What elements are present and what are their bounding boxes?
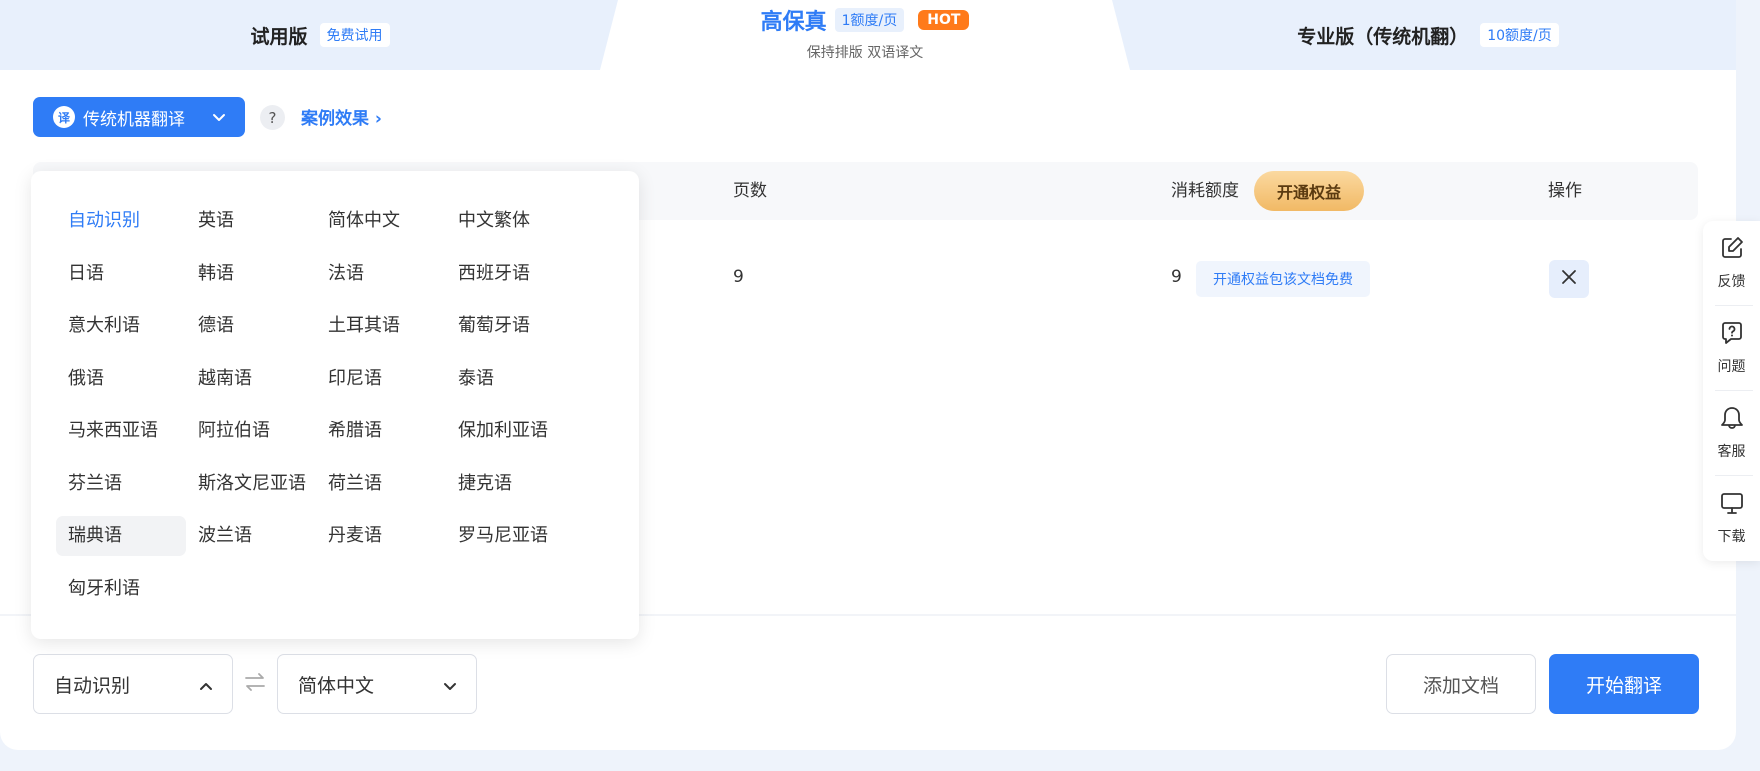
language-option[interactable]: 西班牙语 [446, 254, 576, 294]
tab-pro-title: 专业版（传统机翻） [1297, 25, 1469, 48]
sidebar-feedback-label: 反馈 [1717, 274, 1746, 290]
language-option[interactable]: 荷兰语 [316, 464, 446, 504]
language-option[interactable]: 捷克语 [446, 464, 576, 504]
language-option[interactable]: 韩语 [186, 254, 316, 294]
tab-pro[interactable]: 专业版（传统机翻） 10额度/页 [1120, 0, 1736, 70]
hot-badge: HOT [918, 10, 969, 30]
chevron-down-icon [211, 109, 227, 129]
remove-file-button[interactable] [1549, 260, 1589, 298]
free-note-badge[interactable]: 开通权益包该文档免费 [1196, 261, 1370, 297]
tab-trial-title: 试用版 [250, 25, 308, 48]
header-quota: 消耗额度 [1171, 181, 1239, 201]
tab-high-fidelity-subtitle: 保持排版 双语译文 [806, 45, 924, 61]
question-icon [1719, 320, 1745, 350]
language-option[interactable]: 保加利亚语 [446, 411, 576, 451]
language-option[interactable]: 意大利语 [56, 306, 186, 346]
language-option[interactable]: 希腊语 [316, 411, 446, 451]
header-actions: 操作 [1548, 181, 1582, 201]
language-option[interactable]: 阿拉伯语 [186, 411, 316, 451]
sidebar-download-label: 下载 [1717, 529, 1746, 545]
help-icon[interactable]: ? [260, 105, 285, 130]
language-option[interactable]: 芬兰语 [56, 464, 186, 504]
floating-sidebar: 反馈 问题 客服 下载 [1703, 221, 1760, 561]
language-option[interactable]: 自动识别 [56, 201, 186, 241]
language-option[interactable]: 葡萄牙语 [446, 306, 576, 346]
language-option[interactable]: 土耳其语 [316, 306, 446, 346]
sidebar-customer-service-label: 客服 [1717, 444, 1746, 460]
add-document-button[interactable]: 添加文档 [1386, 654, 1536, 714]
language-option[interactable]: 中文繁体 [446, 201, 576, 241]
source-language-select[interactable]: 自动识别 [33, 654, 233, 714]
tab-high-fidelity-title: 高保真 [760, 10, 827, 35]
swap-languages-icon[interactable] [243, 670, 267, 698]
tab-high-fidelity-quota: 1额度/页 [835, 8, 905, 32]
sidebar-question-label: 问题 [1717, 359, 1746, 375]
sidebar-customer-service[interactable]: 客服 [1703, 391, 1760, 475]
target-language-value: 简体中文 [298, 674, 375, 697]
tab-pro-badge: 10额度/页 [1480, 23, 1559, 47]
sidebar-question[interactable]: 问题 [1703, 306, 1760, 390]
language-option[interactable]: 日语 [56, 254, 186, 294]
language-option[interactable]: 马来西亚语 [56, 411, 186, 451]
language-option[interactable]: 法语 [316, 254, 446, 294]
chevron-up-icon [198, 677, 214, 699]
language-option[interactable]: 罗马尼亚语 [446, 516, 576, 556]
main-card: 试用版 免费试用 高保真 1额度/页 HOT 保持排版 双语译文 专业版（传统机… [0, 0, 1736, 750]
language-option[interactable]: 英语 [186, 201, 316, 241]
version-tab-bar: 试用版 免费试用 高保真 1额度/页 HOT 保持排版 双语译文 专业版（传统机… [0, 0, 1736, 70]
language-option[interactable]: 波兰语 [186, 516, 316, 556]
target-language-select[interactable]: 简体中文 [277, 654, 477, 714]
edit-icon [1719, 235, 1745, 265]
start-translate-button[interactable]: 开始翻译 [1549, 654, 1699, 714]
translation-mode-label: 传统机器翻译 [83, 109, 185, 130]
sidebar-download[interactable]: 下载 [1703, 476, 1760, 560]
language-option[interactable]: 俄语 [56, 359, 186, 399]
translation-mode-dropdown[interactable]: 译 传统机器翻译 [33, 97, 245, 137]
chevron-down-icon [442, 677, 458, 699]
customer-service-icon [1719, 405, 1745, 435]
language-option[interactable]: 丹麦语 [316, 516, 446, 556]
language-option[interactable]: 德语 [186, 306, 316, 346]
row-quota: 9 [1171, 267, 1182, 287]
row-pages: 9 [733, 267, 744, 287]
source-language-dropdown: 自动识别 英语 简体中文 中文繁体日语 韩语 法语 西班牙语意大利语 德语 土耳其语 葡萄牙语俄语… [31, 171, 639, 639]
language-option[interactable]: 瑞典语 [56, 516, 186, 556]
translate-icon: 译 [53, 106, 75, 128]
language-option[interactable]: 匈牙利语 [56, 569, 186, 609]
language-option[interactable]: 越南语 [186, 359, 316, 399]
source-language-value: 自动识别 [54, 674, 131, 697]
language-option[interactable]: 简体中文 [316, 201, 446, 241]
case-effect-link[interactable]: 案例效果 › [301, 104, 382, 129]
language-option[interactable]: 印尼语 [316, 359, 446, 399]
open-benefit-button[interactable]: 开通权益 [1254, 171, 1364, 211]
monitor-icon [1719, 490, 1745, 520]
tab-high-fidelity[interactable]: 高保真 1额度/页 HOT 保持排版 双语译文 [600, 0, 1130, 70]
language-option[interactable]: 泰语 [446, 359, 576, 399]
header-pages: 页数 [733, 181, 767, 201]
language-option[interactable]: 斯洛文尼亚语 [186, 464, 316, 504]
tab-trial-badge: 免费试用 [319, 23, 390, 47]
tab-trial[interactable]: 试用版 免费试用 [0, 0, 640, 70]
close-icon [1561, 269, 1577, 289]
sidebar-feedback[interactable]: 反馈 [1703, 221, 1760, 305]
